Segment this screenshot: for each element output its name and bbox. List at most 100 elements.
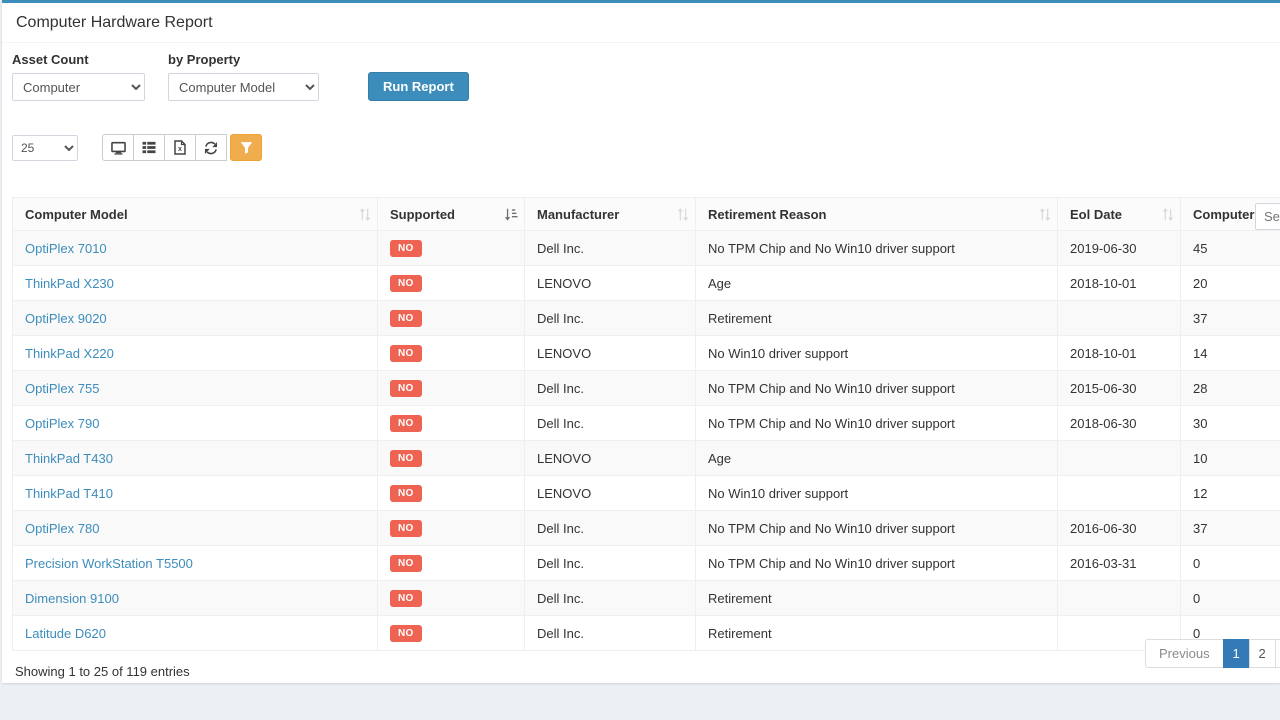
computer-count-cell: 14: [1181, 336, 1280, 371]
computer-model-link[interactable]: OptiPlex 780: [25, 521, 99, 536]
eol-date-cell: 2016-03-31: [1058, 546, 1181, 581]
table-row: ThinkPad T430NOLENOVOAge10: [13, 441, 1280, 476]
retirement-reason-cell: Retirement: [696, 301, 1058, 336]
eol-date-cell: 2015-06-30: [1058, 371, 1181, 406]
supported-badge: NO: [390, 240, 422, 257]
retirement-reason-cell: Age: [696, 266, 1058, 301]
computer-model-link[interactable]: ThinkPad X230: [25, 276, 114, 291]
column-header-computer-model[interactable]: Computer Model: [13, 198, 378, 231]
supported-badge: NO: [390, 590, 422, 607]
supported-badge: NO: [390, 345, 422, 362]
supported-badge: NO: [390, 275, 422, 292]
table-body: OptiPlex 7010NODell Inc.No TPM Chip and …: [13, 231, 1280, 651]
report-panel: Computer Hardware Report Asset Count Com…: [2, 0, 1280, 683]
table-row: OptiPlex 780NODell Inc.No TPM Chip and N…: [13, 511, 1280, 546]
view-display-button[interactable]: [102, 134, 134, 161]
table-row: ThinkPad T410NOLENOVONo Win10 driver sup…: [13, 476, 1280, 511]
computer-count-cell: 45: [1181, 231, 1280, 266]
computer-count-cell: 37: [1181, 301, 1280, 336]
column-label: Computer Model: [25, 207, 128, 222]
retirement-reason-cell: No Win10 driver support: [696, 336, 1058, 371]
asset-count-field: Asset Count Computer: [12, 52, 145, 101]
computer-model-link[interactable]: OptiPlex 7010: [25, 241, 107, 256]
column-label: Manufacturer: [537, 207, 619, 222]
th-list-icon: [142, 141, 156, 154]
sort-both-icon: [677, 208, 689, 221]
column-header-eol-date[interactable]: Eol Date: [1058, 198, 1181, 231]
pagination: Previous123: [1146, 639, 1280, 668]
computer-count-cell: 28: [1181, 371, 1280, 406]
computer-count-cell: 10: [1181, 441, 1280, 476]
table-toolbar: 25 x: [12, 134, 1270, 161]
by-property-select[interactable]: Computer Model: [168, 73, 319, 101]
run-report-button[interactable]: Run Report: [368, 72, 469, 101]
pagination-page-3-button[interactable]: 3: [1275, 639, 1280, 668]
pagination-page-1-button[interactable]: 1: [1223, 639, 1250, 668]
sort-both-icon: [359, 208, 371, 221]
excel-export-icon: x: [174, 140, 186, 155]
computer-model-link[interactable]: OptiPlex 755: [25, 381, 99, 396]
computer-count-cell: 20: [1181, 266, 1280, 301]
table-row: OptiPlex 9020 NO Dell Inc.Retirement 37: [13, 301, 1280, 336]
table-header-row: Computer Model Supported Manufacturer Retir…: [13, 198, 1280, 231]
manufacturer-cell: LENOVO: [525, 266, 696, 301]
computer-count-cell: 0: [1181, 546, 1280, 581]
manufacturer-cell: Dell Inc.: [525, 231, 696, 266]
supported-badge: NO: [390, 310, 422, 327]
page-title: Computer Hardware Report: [16, 14, 213, 31]
by-property-label: by Property: [168, 52, 319, 67]
supported-badge: NO: [390, 485, 422, 502]
asset-count-select[interactable]: Computer: [12, 73, 145, 101]
eol-date-cell: [1058, 441, 1181, 476]
pagination-previous-button[interactable]: Previous: [1145, 639, 1224, 668]
manufacturer-cell: Dell Inc.: [525, 616, 696, 651]
manufacturer-cell: Dell Inc.: [525, 406, 696, 441]
computer-count-cell: 30: [1181, 406, 1280, 441]
manufacturer-cell: Dell Inc.: [525, 301, 696, 336]
computer-model-link[interactable]: ThinkPad T430: [25, 451, 113, 466]
column-header-supported[interactable]: Supported: [378, 198, 525, 231]
filter-button[interactable]: [230, 134, 262, 161]
supported-badge: NO: [390, 625, 422, 642]
computer-model-link[interactable]: ThinkPad X220: [25, 346, 114, 361]
retirement-reason-cell: Retirement: [696, 616, 1058, 651]
computer-model-link[interactable]: ThinkPad T410: [25, 486, 113, 501]
computer-count-cell: 0: [1181, 581, 1280, 616]
manufacturer-cell: LENOVO: [525, 441, 696, 476]
columns-list-button[interactable]: [133, 134, 165, 161]
manufacturer-cell: Dell Inc.: [525, 511, 696, 546]
refresh-button[interactable]: [195, 134, 227, 161]
page-length-select[interactable]: 25: [12, 135, 78, 161]
refresh-icon: [204, 141, 218, 155]
computer-model-link[interactable]: OptiPlex 9020: [25, 311, 107, 326]
export-excel-button[interactable]: x: [164, 134, 196, 161]
column-label: Supported: [390, 207, 455, 222]
computer-model-link[interactable]: Latitude D620: [25, 626, 106, 641]
desktop-icon: [111, 141, 126, 155]
by-property-field: by Property Computer Model: [168, 52, 319, 101]
retirement-reason-cell: No TPM Chip and No Win10 driver support: [696, 231, 1058, 266]
supported-badge: NO: [390, 380, 422, 397]
entries-info: Showing 1 to 25 of 119 entries: [15, 664, 1270, 679]
retirement-reason-cell: No TPM Chip and No Win10 driver support: [696, 511, 1058, 546]
computer-model-link[interactable]: Dimension 9100: [25, 591, 119, 606]
pagination-page-2-button[interactable]: 2: [1249, 639, 1276, 668]
eol-date-cell: 2018-06-30: [1058, 406, 1181, 441]
column-header-retirement-reason[interactable]: Retirement Reason: [696, 198, 1058, 231]
report-table: Computer Model Supported Manufacturer Retir…: [12, 197, 1280, 651]
computer-model-link[interactable]: Precision WorkStation T5500: [25, 556, 193, 571]
manufacturer-cell: Dell Inc.: [525, 546, 696, 581]
column-label: Retirement Reason: [708, 207, 826, 222]
supported-badge: NO: [390, 555, 422, 572]
table-row: Precision WorkStation T5500NODell Inc.No…: [13, 546, 1280, 581]
supported-badge: NO: [390, 450, 422, 467]
panel-header: Computer Hardware Report: [2, 3, 1280, 43]
asset-count-label: Asset Count: [12, 52, 145, 67]
manufacturer-cell: Dell Inc.: [525, 581, 696, 616]
table-row: Dimension 9100NODell Inc.Retirement0: [13, 581, 1280, 616]
eol-date-cell: 2019-06-30: [1058, 231, 1181, 266]
search-input[interactable]: [1255, 203, 1280, 230]
computer-model-link[interactable]: OptiPlex 790: [25, 416, 99, 431]
column-header-manufacturer[interactable]: Manufacturer: [525, 198, 696, 231]
supported-badge: NO: [390, 415, 422, 432]
